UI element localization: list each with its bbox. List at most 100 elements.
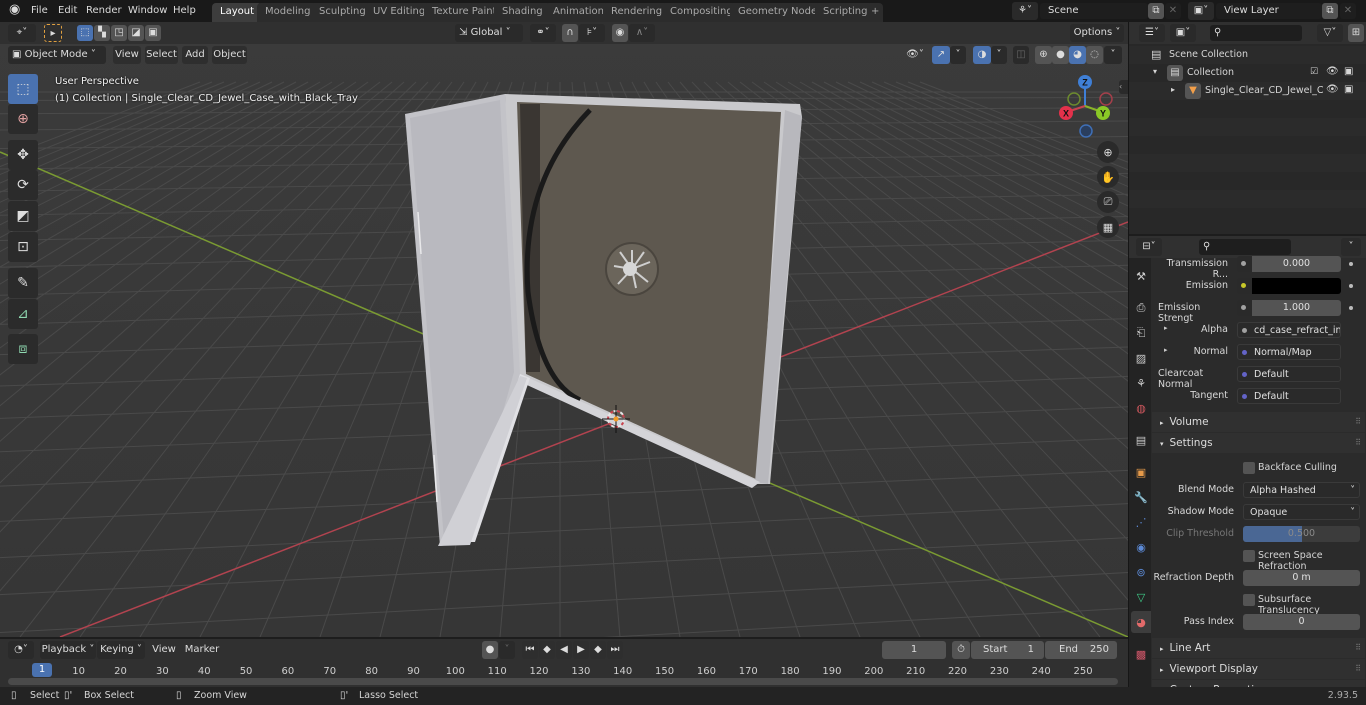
eye-icon[interactable]: 👁 xyxy=(1326,66,1339,77)
line-art-panel-header[interactable]: ▸ Line Art ⠿ xyxy=(1152,638,1365,658)
outliner-row-scene-collection[interactable]: ▤ Scene Collection xyxy=(1129,46,1366,64)
shading-wireframe-icon[interactable]: ⊕ xyxy=(1035,46,1052,64)
clearcoat-normal-link-field[interactable]: Default xyxy=(1237,366,1341,382)
preview-range-icon[interactable]: ⏱ xyxy=(952,641,970,659)
scene-properties-tab[interactable]: ⚘ xyxy=(1131,372,1151,394)
drag-handle-icon[interactable]: ⠿ xyxy=(1355,412,1361,432)
mode-extend-selection-icon[interactable]: ▚ xyxy=(94,25,110,41)
proportional-falloff-icon[interactable]: ∧˅ xyxy=(629,24,655,42)
properties-search-input[interactable]: ⚲ xyxy=(1199,239,1291,255)
properties-editor-type-icon[interactable]: ⊟˅ xyxy=(1136,238,1162,256)
gizmo-neg-x[interactable] xyxy=(1099,92,1113,106)
eye-icon[interactable]: 👁 xyxy=(1326,84,1339,95)
tool-measure[interactable]: ⊿ xyxy=(8,299,38,329)
jump-end-icon[interactable]: ⏭ xyxy=(607,641,623,659)
navigation-gizmo[interactable]: Z X Y xyxy=(1055,72,1120,142)
camera-icon[interactable]: ▣ xyxy=(1344,66,1353,77)
emission-strength-field[interactable]: 1.000 xyxy=(1237,300,1341,316)
modifier-properties-tab[interactable]: 🔧 xyxy=(1131,486,1151,508)
tangent-link-field[interactable]: Default xyxy=(1237,388,1341,404)
drag-handle-icon[interactable]: ⠿ xyxy=(1355,659,1361,679)
emission-color-swatch[interactable] xyxy=(1252,278,1341,294)
overlays-toggle-icon[interactable]: ◑ xyxy=(973,46,991,64)
tool-select-box[interactable]: ⬚ xyxy=(8,74,38,104)
menu-window[interactable]: Window xyxy=(128,3,167,19)
normal-link-field[interactable]: Normal/Map xyxy=(1237,344,1341,360)
mode-dropdown[interactable]: ▣ Object Mode ˅ xyxy=(8,46,106,64)
volume-panel-header[interactable]: ▸ Volume ⠿ xyxy=(1152,412,1365,432)
mode-intersect-selection-icon[interactable]: ▣ xyxy=(145,25,161,41)
texture-properties-tab[interactable]: ▩ xyxy=(1131,643,1151,665)
zoom-view-icon[interactable]: ⊕ xyxy=(1097,141,1119,163)
view-layer-field[interactable]: View Layer xyxy=(1216,3,1322,19)
particles-properties-tab[interactable]: ⋰ xyxy=(1131,511,1151,533)
outliner-row-collection[interactable]: ▾ ▤ Collection ☑ 👁 ▣ xyxy=(1129,64,1366,82)
shading-rendered-icon[interactable]: ◌ xyxy=(1086,46,1103,64)
pass-index-field[interactable]: 0 xyxy=(1243,614,1360,630)
outliner-row-object[interactable]: ▸ ▼ Single_Clear_CD_Jewel_C 👁 ▣ xyxy=(1129,82,1366,100)
tool-add-cube[interactable]: ⧈ xyxy=(8,334,38,364)
proportional-edit-icon[interactable]: ◉ xyxy=(612,24,628,42)
playback-menu[interactable]: Playback ˅ xyxy=(40,641,96,659)
play-reverse-icon[interactable]: ◀ xyxy=(556,641,572,659)
view-layer-selector-icon[interactable]: ▣˅ xyxy=(1188,2,1214,20)
xray-toggle-icon[interactable]: ◫ xyxy=(1013,46,1029,64)
timeline-view-menu[interactable]: View xyxy=(150,641,178,659)
add-workspace-button[interactable]: + xyxy=(867,3,884,22)
gizmo-dropdown-icon[interactable]: ˅ xyxy=(950,46,966,64)
snap-target-icon[interactable]: ⊧˅ xyxy=(579,24,605,42)
active-tool-select-icon[interactable]: ▸ xyxy=(44,24,62,42)
transmission-roughness-field[interactable]: 0.000 xyxy=(1237,256,1341,272)
jump-start-icon[interactable]: ⏮ xyxy=(522,641,538,659)
tab-modeling[interactable]: Modeling xyxy=(257,3,319,22)
tab-animation[interactable]: Animation xyxy=(545,3,612,22)
camera-icon[interactable]: ▣ xyxy=(1344,84,1353,95)
gizmo-neg-y[interactable] xyxy=(1067,92,1081,106)
keyframe-dot-icon[interactable] xyxy=(1349,262,1353,266)
timeline-scrollbar[interactable] xyxy=(8,678,1118,685)
menu-view[interactable]: View xyxy=(113,46,141,64)
drag-handle-icon[interactable]: ⠿ xyxy=(1355,638,1361,658)
new-view-layer-icon[interactable]: ⧉ xyxy=(1322,3,1338,19)
camera-view-icon[interactable]: ⎚ xyxy=(1097,191,1119,213)
clip-threshold-slider[interactable]: 0.500 xyxy=(1243,526,1360,542)
next-keyframe-icon[interactable]: ◆ xyxy=(590,641,606,659)
backface-culling-checkbox[interactable] xyxy=(1243,462,1255,474)
gizmo-neg-z[interactable] xyxy=(1079,124,1093,138)
3d-viewport[interactable] xyxy=(0,22,1128,637)
blender-logo-icon[interactable]: ◉ xyxy=(9,2,20,18)
auto-keying-icon[interactable]: ● xyxy=(482,641,498,659)
menu-file[interactable]: File xyxy=(31,3,48,19)
menu-render[interactable]: Render xyxy=(86,3,122,19)
tool-annotate[interactable]: ✎ xyxy=(8,268,38,298)
viewport-display-panel-header[interactable]: ▸ Viewport Display ⠿ xyxy=(1152,659,1365,679)
blend-mode-dropdown[interactable]: Alpha Hashed ˅ xyxy=(1243,482,1360,498)
mode-new-selection-icon[interactable]: ⬚ xyxy=(77,25,93,41)
output-properties-tab[interactable]: ⎗ xyxy=(1131,322,1151,344)
outliner-editor-type-icon[interactable]: ☰˅ xyxy=(1139,24,1165,42)
tab-shading[interactable]: Shading xyxy=(494,3,551,22)
emission-color-field[interactable] xyxy=(1237,278,1341,294)
material-properties-tab[interactable]: ◕ xyxy=(1131,611,1151,633)
visibility-icon[interactable]: 👁˅ xyxy=(902,46,928,64)
end-frame-field[interactable]: End 250 xyxy=(1045,641,1117,659)
timeline-editor-type-icon[interactable]: ◔˅ xyxy=(8,641,34,659)
world-properties-tab[interactable]: ◍ xyxy=(1131,397,1151,419)
menu-object[interactable]: Object xyxy=(212,46,247,64)
new-scene-icon[interactable]: ⧉ xyxy=(1148,3,1164,19)
mode-invert-selection-icon[interactable]: ◪ xyxy=(128,25,144,41)
timeline-marker-menu[interactable]: Marker xyxy=(184,641,220,659)
menu-help[interactable]: Help xyxy=(173,3,196,19)
scene-name-field[interactable]: Scene xyxy=(1040,3,1148,19)
keying-set-dropdown-icon[interactable]: ˅ xyxy=(499,641,515,659)
pivot-point-icon[interactable]: ⚭˅ xyxy=(530,24,556,42)
tab-compositing[interactable]: Compositing xyxy=(662,3,741,22)
shadow-mode-dropdown[interactable]: Opaque ˅ xyxy=(1243,504,1360,520)
tab-uv-editing[interactable]: UV Editing xyxy=(365,3,434,22)
tool-properties-tab[interactable]: ⚒ xyxy=(1131,265,1151,287)
keying-menu[interactable]: Keying ˅ xyxy=(97,641,145,659)
shading-solid-icon[interactable]: ● xyxy=(1052,46,1069,64)
outliner-search-input[interactable]: ⚲ xyxy=(1210,25,1302,41)
refraction-depth-field[interactable]: 0 m xyxy=(1243,570,1360,586)
filter-icon[interactable]: ▽˅ xyxy=(1317,24,1343,42)
